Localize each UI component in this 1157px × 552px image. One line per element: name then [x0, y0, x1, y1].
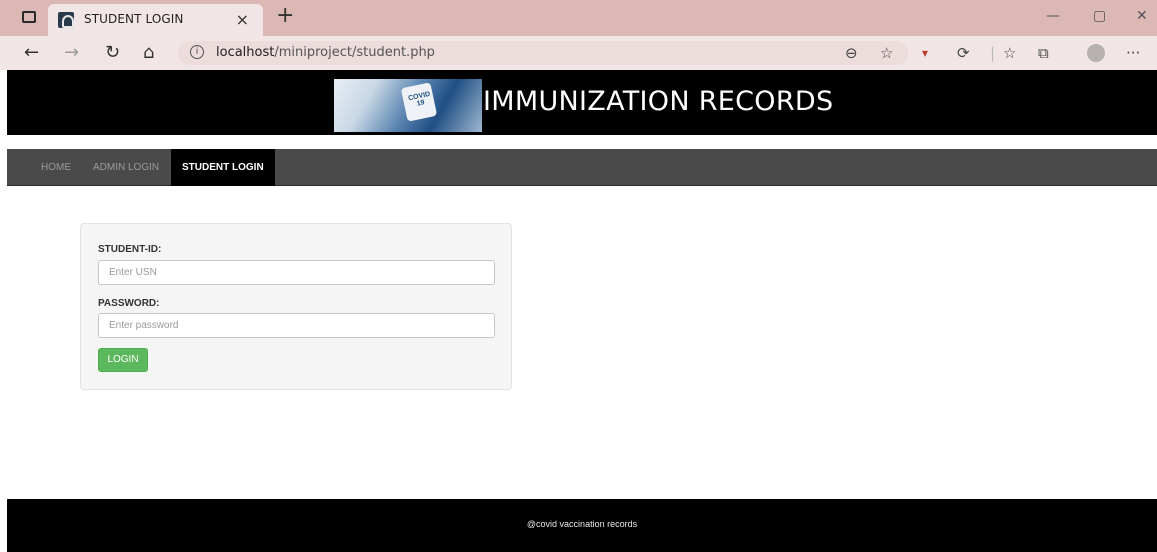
tab-actions-icon[interactable]	[22, 11, 36, 23]
nav-item-home[interactable]: HOME	[33, 149, 79, 186]
site-title: IMMUNIZATION RECORDS	[483, 86, 834, 117]
password-label: PASSWORD:	[98, 298, 160, 309]
browser-tab[interactable]: STUDENT LOGIN ×	[48, 4, 263, 36]
login-form-panel: STUDENT-ID: PASSWORD: LOGIN	[80, 223, 512, 390]
new-tab-icon[interactable]: +	[276, 4, 294, 28]
browser-toolbar: ← → ↻ ⌂ i localhost/miniproject/student.…	[0, 36, 1157, 70]
toolbar-divider: |	[990, 44, 996, 62]
site-header: IMMUNIZATION RECORDS	[7, 70, 1157, 135]
address-bar[interactable]: i localhost/miniproject/student.php	[178, 41, 908, 65]
restore-icon[interactable]: ▢	[1093, 8, 1106, 24]
profile-avatar-icon[interactable]	[1087, 44, 1105, 62]
nav-item-student-login[interactable]: STUDENT LOGIN	[171, 149, 275, 186]
footer-text: @covid vaccination records	[526, 519, 638, 529]
password-input[interactable]	[98, 313, 495, 338]
more-menu-icon[interactable]: ···	[1126, 44, 1140, 62]
tab-title: STUDENT LOGIN	[84, 12, 184, 26]
main-nav: HOME ADMIN LOGIN STUDENT LOGIN	[7, 149, 1157, 186]
zoom-icon[interactable]: ⊖	[845, 44, 858, 62]
browser-tab-bar: STUDENT LOGIN × + — ▢ ✕	[0, 0, 1157, 36]
student-id-input[interactable]	[98, 260, 495, 285]
covid-vaccine-banner-image	[334, 79, 482, 132]
favorite-star-icon[interactable]: ☆	[880, 44, 893, 62]
url-text: localhost/miniproject/student.php	[216, 45, 435, 60]
close-window-icon[interactable]: ✕	[1136, 8, 1148, 24]
url-path: /miniproject/student.php	[274, 45, 435, 60]
back-icon[interactable]: ←	[24, 43, 39, 63]
site-footer: @covid vaccination records	[7, 499, 1157, 552]
forward-icon[interactable]: →	[64, 43, 79, 63]
home-icon[interactable]: ⌂	[143, 43, 154, 63]
url-host: localhost	[216, 45, 275, 60]
info-icon[interactable]: i	[190, 45, 204, 59]
extension-puzzle-icon[interactable]: ⟳	[957, 44, 970, 62]
login-button[interactable]: LOGIN	[98, 348, 148, 372]
close-tab-icon[interactable]: ×	[236, 10, 249, 29]
extension-icon[interactable]: ▾	[922, 44, 928, 62]
collections-icon[interactable]: ⧉	[1038, 44, 1049, 62]
favorites-icon[interactable]: ☆	[1003, 44, 1016, 62]
refresh-icon[interactable]: ↻	[105, 43, 120, 63]
student-id-label: STUDENT-ID:	[98, 244, 162, 255]
nav-item-admin-login[interactable]: ADMIN LOGIN	[86, 149, 171, 186]
favicon-icon	[58, 12, 74, 28]
minimize-icon[interactable]: —	[1046, 8, 1060, 24]
